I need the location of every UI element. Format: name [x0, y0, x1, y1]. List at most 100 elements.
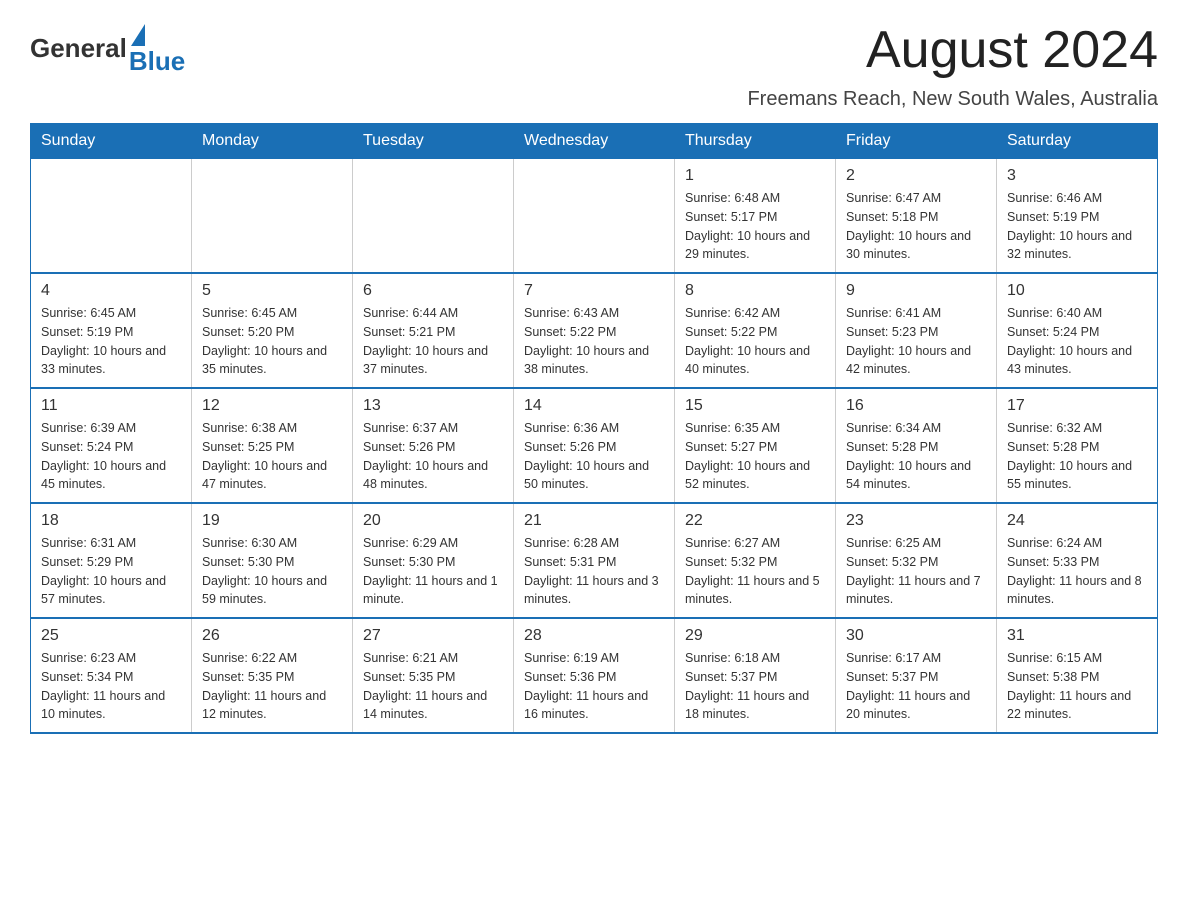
title-block: August 2024 — [866, 20, 1158, 80]
day-info: Sunrise: 6:18 AMSunset: 5:37 PMDaylight:… — [685, 649, 825, 724]
calendar-cell: 22Sunrise: 6:27 AMSunset: 5:32 PMDayligh… — [675, 503, 836, 618]
calendar-cell: 23 Sunrise: 6:25 AMSunset: 5:32 PMDayligh… — [836, 503, 997, 618]
day-number: 10 — [1007, 282, 1147, 300]
day-info: Sunrise: 6:47 AMSunset: 5:18 PMDaylight:… — [846, 189, 986, 264]
calendar-cell: 31 Sunrise: 6:15 AMSunset: 5:38 PMDayligh… — [997, 618, 1158, 733]
month-title: August 2024 — [866, 20, 1158, 80]
calendar-cell — [353, 159, 514, 274]
col-friday: Friday — [836, 124, 997, 159]
page-header: General Blue August 2024 — [30, 20, 1158, 80]
calendar-cell: 30 Sunrise: 6:17 AMSunset: 5:37 PMDayligh… — [836, 618, 997, 733]
calendar-cell: 24Sunrise: 6:24 AMSunset: 5:33 PMDayligh… — [997, 503, 1158, 618]
day-number: 27 — [363, 627, 503, 645]
calendar-cell: 1Sunrise: 6:48 AMSunset: 5:17 PMDaylight… — [675, 159, 836, 274]
calendar-table: Sunday Monday Tuesday Wednesday Thursday… — [30, 123, 1158, 734]
day-info: Sunrise: 6:19 AMSunset: 5:36 PMDaylight:… — [524, 649, 664, 724]
calendar-cell: 28 Sunrise: 6:19 AMSunset: 5:36 PMDayligh… — [514, 618, 675, 733]
day-number: 16 — [846, 397, 986, 415]
day-info: Sunrise: 6:15 AMSunset: 5:38 PMDaylight:… — [1007, 649, 1147, 724]
calendar-week-1: 1Sunrise: 6:48 AMSunset: 5:17 PMDaylight… — [31, 159, 1158, 274]
day-info: Sunrise: 6:28 AMSunset: 5:31 PMDaylight:… — [524, 534, 664, 609]
day-info: Sunrise: 6:22 AMSunset: 5:35 PMDaylight:… — [202, 649, 342, 724]
day-info: Sunrise: 6:42 AMSunset: 5:22 PMDaylight:… — [685, 304, 825, 379]
col-sunday: Sunday — [31, 124, 192, 159]
day-number: 31 — [1007, 627, 1147, 645]
day-number: 20 — [363, 512, 503, 530]
calendar-week-2: 4 Sunrise: 6:45 AMSunset: 5:19 PMDaylight… — [31, 273, 1158, 388]
calendar-cell: 19 Sunrise: 6:30 AMSunset: 5:30 PMDayligh… — [192, 503, 353, 618]
day-info: Sunrise: 6:45 AMSunset: 5:19 PMDaylight:… — [41, 304, 181, 379]
calendar-cell: 26 Sunrise: 6:22 AMSunset: 5:35 PMDayligh… — [192, 618, 353, 733]
day-info: Sunrise: 6:17 AMSunset: 5:37 PMDaylight:… — [846, 649, 986, 724]
calendar-cell: 11Sunrise: 6:39 AMSunset: 5:24 PMDayligh… — [31, 388, 192, 503]
logo: General Blue — [30, 20, 185, 77]
day-info: Sunrise: 6:25 AMSunset: 5:32 PMDaylight:… — [846, 534, 986, 609]
day-number: 14 — [524, 397, 664, 415]
calendar-header: Sunday Monday Tuesday Wednesday Thursday… — [31, 124, 1158, 159]
day-info: Sunrise: 6:43 AMSunset: 5:22 PMDaylight:… — [524, 304, 664, 379]
day-number: 5 — [202, 282, 342, 300]
day-info: Sunrise: 6:21 AMSunset: 5:35 PMDaylight:… — [363, 649, 503, 724]
day-number: 18 — [41, 512, 181, 530]
logo-blue: Blue — [129, 46, 185, 77]
calendar-cell: 14Sunrise: 6:36 AMSunset: 5:26 PMDayligh… — [514, 388, 675, 503]
location-subtitle: Freemans Reach, New South Wales, Austral… — [30, 88, 1158, 111]
day-info: Sunrise: 6:31 AMSunset: 5:29 PMDaylight:… — [41, 534, 181, 609]
calendar-cell: 21Sunrise: 6:28 AMSunset: 5:31 PMDayligh… — [514, 503, 675, 618]
day-number: 15 — [685, 397, 825, 415]
day-info: Sunrise: 6:30 AMSunset: 5:30 PMDaylight:… — [202, 534, 342, 609]
day-number: 26 — [202, 627, 342, 645]
day-number: 17 — [1007, 397, 1147, 415]
calendar-cell: 17 Sunrise: 6:32 AMSunset: 5:28 PMDayligh… — [997, 388, 1158, 503]
calendar-cell: 20 Sunrise: 6:29 AMSunset: 5:30 PMDayligh… — [353, 503, 514, 618]
calendar-cell — [192, 159, 353, 274]
header-row: Sunday Monday Tuesday Wednesday Thursday… — [31, 124, 1158, 159]
calendar-cell: 8Sunrise: 6:42 AMSunset: 5:22 PMDaylight… — [675, 273, 836, 388]
calendar-cell: 5Sunrise: 6:45 AMSunset: 5:20 PMDaylight… — [192, 273, 353, 388]
day-number: 4 — [41, 282, 181, 300]
calendar-cell: 10 Sunrise: 6:40 AMSunset: 5:24 PMDayligh… — [997, 273, 1158, 388]
calendar-cell: 29Sunrise: 6:18 AMSunset: 5:37 PMDayligh… — [675, 618, 836, 733]
day-info: Sunrise: 6:34 AMSunset: 5:28 PMDaylight:… — [846, 419, 986, 494]
calendar-week-4: 18 Sunrise: 6:31 AMSunset: 5:29 PMDayligh… — [31, 503, 1158, 618]
day-number: 3 — [1007, 167, 1147, 185]
day-number: 30 — [846, 627, 986, 645]
day-info: Sunrise: 6:35 AMSunset: 5:27 PMDaylight:… — [685, 419, 825, 494]
col-monday: Monday — [192, 124, 353, 159]
day-info: Sunrise: 6:37 AMSunset: 5:26 PMDaylight:… — [363, 419, 503, 494]
calendar-cell: 13 Sunrise: 6:37 AMSunset: 5:26 PMDayligh… — [353, 388, 514, 503]
calendar-cell — [514, 159, 675, 274]
day-info: Sunrise: 6:24 AMSunset: 5:33 PMDaylight:… — [1007, 534, 1147, 609]
day-info: Sunrise: 6:27 AMSunset: 5:32 PMDaylight:… — [685, 534, 825, 609]
day-info: Sunrise: 6:46 AMSunset: 5:19 PMDaylight:… — [1007, 189, 1147, 264]
col-thursday: Thursday — [675, 124, 836, 159]
day-info: Sunrise: 6:23 AMSunset: 5:34 PMDaylight:… — [41, 649, 181, 724]
day-info: Sunrise: 6:44 AMSunset: 5:21 PMDaylight:… — [363, 304, 503, 379]
day-number: 28 — [524, 627, 664, 645]
col-saturday: Saturday — [997, 124, 1158, 159]
day-info: Sunrise: 6:48 AMSunset: 5:17 PMDaylight:… — [685, 189, 825, 264]
day-number: 19 — [202, 512, 342, 530]
day-number: 2 — [846, 167, 986, 185]
calendar-cell: 9Sunrise: 6:41 AMSunset: 5:23 PMDaylight… — [836, 273, 997, 388]
day-info: Sunrise: 6:39 AMSunset: 5:24 PMDaylight:… — [41, 419, 181, 494]
calendar-cell: 4 Sunrise: 6:45 AMSunset: 5:19 PMDaylight… — [31, 273, 192, 388]
day-number: 13 — [363, 397, 503, 415]
calendar-cell: 18 Sunrise: 6:31 AMSunset: 5:29 PMDayligh… — [31, 503, 192, 618]
calendar-cell: 12Sunrise: 6:38 AMSunset: 5:25 PMDayligh… — [192, 388, 353, 503]
day-info: Sunrise: 6:40 AMSunset: 5:24 PMDaylight:… — [1007, 304, 1147, 379]
col-wednesday: Wednesday — [514, 124, 675, 159]
calendar-week-5: 25Sunrise: 6:23 AMSunset: 5:34 PMDayligh… — [31, 618, 1158, 733]
day-number: 23 — [846, 512, 986, 530]
day-info: Sunrise: 6:41 AMSunset: 5:23 PMDaylight:… — [846, 304, 986, 379]
calendar-cell: 6 Sunrise: 6:44 AMSunset: 5:21 PMDaylight… — [353, 273, 514, 388]
calendar-cell: 2 Sunrise: 6:47 AMSunset: 5:18 PMDaylight… — [836, 159, 997, 274]
day-number: 6 — [363, 282, 503, 300]
day-info: Sunrise: 6:29 AMSunset: 5:30 PMDaylight:… — [363, 534, 503, 609]
calendar-week-3: 11Sunrise: 6:39 AMSunset: 5:24 PMDayligh… — [31, 388, 1158, 503]
calendar-cell: 15 Sunrise: 6:35 AMSunset: 5:27 PMDayligh… — [675, 388, 836, 503]
calendar-cell: 3 Sunrise: 6:46 AMSunset: 5:19 PMDaylight… — [997, 159, 1158, 274]
calendar-body: 1Sunrise: 6:48 AMSunset: 5:17 PMDaylight… — [31, 159, 1158, 734]
day-number: 7 — [524, 282, 664, 300]
day-info: Sunrise: 6:32 AMSunset: 5:28 PMDaylight:… — [1007, 419, 1147, 494]
